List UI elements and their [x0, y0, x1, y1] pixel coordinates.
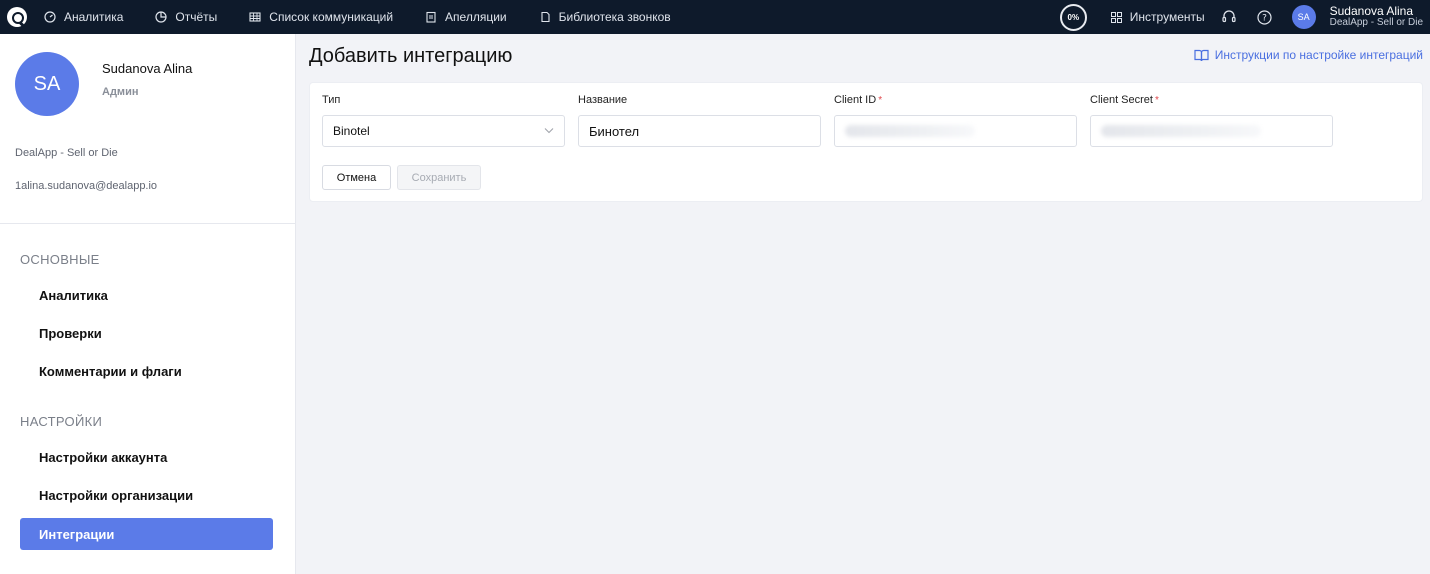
nav-analytics-label: Аналитика — [64, 10, 124, 24]
sidebar-item-comments-flags[interactable]: Комментарии и флаги — [20, 355, 273, 387]
dashboard-icon — [44, 11, 56, 23]
profile-org: DealApp - Sell or Die — [15, 147, 118, 159]
type-label: Тип — [322, 94, 341, 106]
top-nav: Аналитика Отчёты Список коммуникаций Апе… — [44, 0, 703, 34]
nav-communications-label: Список коммуникаций — [269, 10, 394, 24]
book-icon — [541, 11, 550, 23]
sidebar-divider — [0, 223, 296, 224]
top-right-area: 0% Инструменты ? SA Sudanova Alina DealA… — [1059, 0, 1430, 34]
name-label: Название — [578, 94, 628, 106]
nav-communications[interactable]: Список коммуникаций — [249, 10, 393, 24]
table-icon — [249, 12, 261, 22]
integration-instructions-label: Инструкции по настройке интеграций — [1214, 48, 1423, 62]
user-menu[interactable]: Sudanova Alina DealApp - Sell or Die — [1330, 5, 1423, 29]
clipboard-icon — [426, 11, 436, 23]
client-id-label: Client ID * — [834, 94, 1077, 107]
name-field: Название Бинотел — [578, 94, 821, 147]
profile-block: SA Sudanova Alina Админ — [15, 52, 192, 116]
nav-reports[interactable]: Отчёты — [155, 10, 217, 24]
support-button[interactable] — [1221, 9, 1237, 25]
sidebar-item-account-settings[interactable]: Настройки аккаунта — [20, 441, 273, 473]
profile-avatar: SA — [15, 52, 79, 116]
required-mark: * — [1154, 95, 1159, 106]
user-avatar[interactable]: SA — [1291, 5, 1316, 29]
pie-chart-icon — [155, 11, 168, 23]
save-button[interactable]: Сохранить — [397, 165, 481, 190]
profile-email: 1alina.sudanova@dealapp.io — [15, 180, 158, 192]
nav-appeals[interactable]: Апелляции — [425, 10, 507, 24]
nav-reports-label: Отчёты — [175, 10, 218, 24]
question-icon: ? — [1257, 9, 1272, 25]
section-main-heading: ОСНОВНЫЕ — [20, 252, 100, 267]
sidebar-item-checks[interactable]: Проверки — [20, 317, 273, 349]
client-secret-input[interactable] — [1090, 115, 1333, 147]
grid-icon — [1110, 11, 1122, 23]
headset-icon — [1222, 10, 1236, 23]
name-value: Бинотел — [589, 123, 640, 139]
nav-call-library-label: Библиотека звонков — [558, 10, 671, 24]
required-mark: * — [878, 95, 883, 106]
nav-call-library[interactable]: Библиотека звонков — [539, 10, 671, 24]
profile-name: Sudanova Alina — [102, 60, 193, 76]
sidebar-item-integrations[interactable]: Интеграции — [20, 518, 273, 550]
tools-button[interactable]: Инструменты — [1110, 10, 1205, 24]
open-book-icon — [1194, 49, 1209, 61]
client-secret-masked-value — [1101, 125, 1261, 137]
profile-role: Админ — [102, 85, 139, 98]
type-field: Тип Binotel — [322, 94, 565, 147]
client-id-label-text: Client ID — [834, 94, 877, 106]
client-secret-label: Client Secret * — [1090, 94, 1333, 107]
type-value: Binotel — [333, 124, 370, 138]
client-id-field: Client ID * — [834, 94, 1077, 147]
top-bar: Аналитика Отчёты Список коммуникаций Апе… — [0, 0, 1430, 34]
integration-instructions-link[interactable]: Инструкции по настройке интеграций — [1194, 48, 1423, 62]
main-content: Добавить интеграцию Инструкции по настро… — [297, 34, 1430, 574]
svg-text:?: ? — [1262, 13, 1267, 23]
sidebar: SA Sudanova Alina Админ DealApp - Sell o… — [0, 34, 296, 574]
sidebar-item-analytics[interactable]: Аналитика — [20, 279, 273, 311]
page-title: Добавить интеграцию — [309, 45, 513, 67]
user-name: Sudanova Alina — [1329, 4, 1414, 18]
cancel-button[interactable]: Отмена — [322, 165, 391, 190]
client-secret-label-text: Client Secret — [1090, 94, 1153, 106]
nav-appeals-label: Апелляции — [445, 10, 507, 24]
help-button[interactable]: ? — [1257, 9, 1272, 25]
type-select[interactable]: Binotel — [322, 115, 565, 147]
client-id-input[interactable] — [834, 115, 1077, 147]
section-settings-heading: НАСТРОЙКИ — [20, 414, 103, 429]
name-input[interactable]: Бинотел — [578, 115, 821, 147]
integration-form: Тип Binotel Название Бинотел Client ID * … — [309, 82, 1423, 202]
client-secret-field: Client Secret * — [1090, 94, 1333, 147]
client-id-masked-value — [845, 125, 975, 137]
progress-indicator[interactable]: 0% — [1059, 3, 1087, 31]
user-org: DealApp - Sell or Die — [1329, 17, 1423, 28]
nav-analytics[interactable]: Аналитика — [44, 10, 123, 24]
tools-label: Инструменты — [1129, 10, 1205, 24]
sidebar-item-org-settings[interactable]: Настройки организации — [20, 479, 273, 511]
chevron-down-icon — [544, 128, 554, 134]
app-logo[interactable] — [0, 0, 34, 34]
